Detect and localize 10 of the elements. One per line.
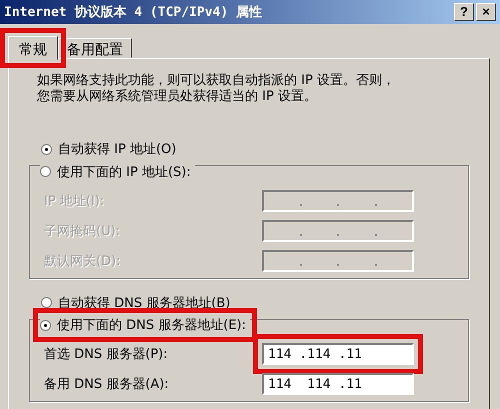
help-button[interactable]: ? (454, 3, 474, 21)
window-title: Internet 协议版本 4 (TCP/IPv4) 属性 (4, 4, 262, 21)
ip-address-field[interactable]: 114 114 .11 (262, 373, 414, 395)
description-text: 您需要从网络系统管理员处获得适当的 IP 设置。 (37, 89, 318, 105)
field-label: 备用 DNS 服务器(A): (44, 376, 169, 393)
ip-address-field[interactable]: 114 .114 .11 (262, 343, 414, 365)
field-label: 首选 DNS 服务器(P): (44, 346, 168, 363)
tab[interactable]: 备用配置 (58, 38, 132, 58)
close-button[interactable]: × (476, 3, 496, 21)
description-text: 如果网络支持此功能，则可以获取自动指派的 IP 设置。否则， (37, 73, 396, 89)
